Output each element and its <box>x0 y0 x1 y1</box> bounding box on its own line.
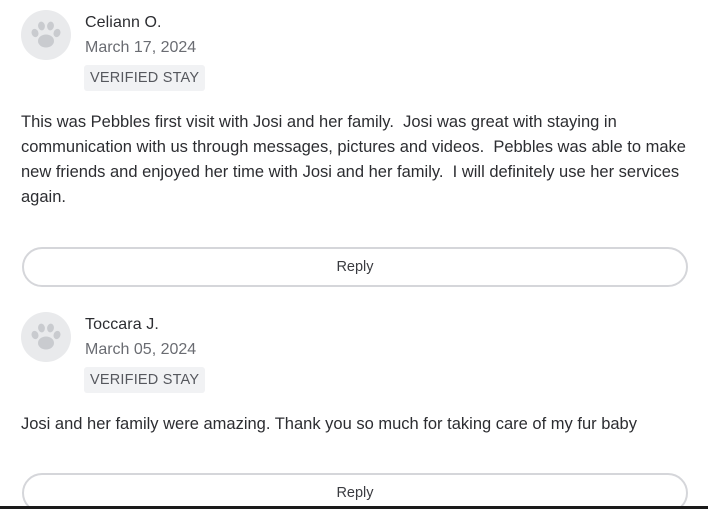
avatar[interactable] <box>21 312 71 362</box>
review-date: March 05, 2024 <box>85 341 197 358</box>
paw-icon <box>31 323 61 350</box>
reviewer-name[interactable]: Toccara J. <box>85 316 159 334</box>
review-text: This was Pebbles first visit with Josi a… <box>21 113 691 206</box>
verified-stay-badge: VERIFIED STAY <box>84 65 206 91</box>
verified-stay-badge: VERIFIED STAY <box>84 367 206 393</box>
review-text: Josi and her family were amazing. Thank … <box>21 415 637 433</box>
avatar[interactable] <box>21 10 71 60</box>
paw-icon <box>31 21 61 48</box>
reviewer-name[interactable]: Celiann O. <box>85 14 162 32</box>
reply-button[interactable]: Reply <box>22 473 688 509</box>
reply-button[interactable]: Reply <box>22 247 688 287</box>
review-date: March 17, 2024 <box>85 39 197 56</box>
reviews-page: Celiann O. March 17, 2024 VERIFIED STAY … <box>0 0 708 509</box>
